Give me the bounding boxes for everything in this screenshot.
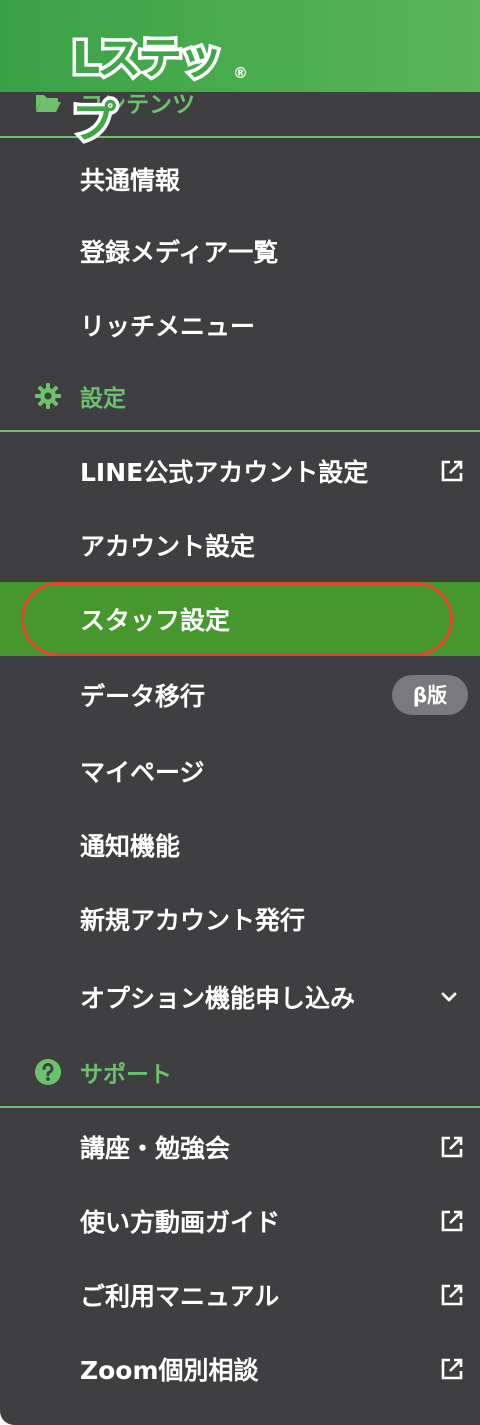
chevron-down-icon: [441, 992, 457, 1002]
sidebar-item-seminar[interactable]: 講座・勉強会: [0, 1110, 480, 1184]
sidebar-item-label: 使い方動画ガイド: [80, 1208, 281, 1237]
sidebar-item-label: リッチメニュー: [80, 312, 256, 341]
sidebar-item-label: オプション機能申し込み: [80, 984, 356, 1013]
sidebar-item-label: スタッフ設定: [80, 606, 231, 635]
external-link-icon: [441, 460, 463, 482]
sidebar-item-rich-menu[interactable]: リッチメニュー: [0, 288, 480, 362]
sidebar-item-label: ご利用マニュアル: [80, 1282, 280, 1311]
external-link-icon: [441, 1358, 463, 1380]
external-link-icon: [441, 1284, 463, 1306]
sidebar: Lステップ Lステップ ® コンテンツ 共通情報 登録メディア一覧 リッチメニュ…: [0, 0, 480, 1425]
sidebar-item-video-guide[interactable]: 使い方動画ガイド: [0, 1184, 480, 1258]
sidebar-item-notifications[interactable]: 通知機能: [0, 808, 480, 882]
section-divider: [0, 1106, 480, 1108]
question-circle-icon: [35, 1059, 61, 1085]
sidebar-item-label: 通知機能: [80, 832, 181, 861]
sidebar-item-common-info[interactable]: 共通情報: [0, 142, 480, 216]
sidebar-item-account-settings[interactable]: アカウント設定: [0, 508, 480, 582]
registered-mark: ®: [233, 64, 248, 82]
sidebar-item-label: 講座・勉強会: [80, 1134, 231, 1163]
sidebar-header: Lステップ Lステップ ®: [0, 0, 480, 152]
sidebar-item-label: 共通情報: [80, 166, 181, 195]
sidebar-item-label: 登録メディア一覧: [80, 238, 279, 267]
external-link-icon: [441, 1210, 463, 1232]
beta-badge: β版: [392, 675, 468, 715]
sidebar-item-label: LINE公式アカウント設定: [80, 458, 369, 487]
sidebar-item-new-account[interactable]: 新規アカウント発行: [0, 882, 480, 956]
sidebar-item-option-apply[interactable]: オプション機能申し込み: [0, 960, 480, 1034]
section-divider: [0, 430, 480, 432]
sidebar-item-line-account[interactable]: LINE公式アカウント設定: [0, 434, 480, 508]
sidebar-item-manual[interactable]: ご利用マニュアル: [0, 1258, 480, 1332]
sidebar-item-label: Zoom個別相談: [80, 1356, 259, 1385]
sidebar-item-zoom[interactable]: Zoom個別相談: [0, 1332, 480, 1406]
gear-icon: [35, 383, 61, 409]
sidebar-item-label: データ移行: [80, 682, 206, 711]
section-label: サポート: [80, 1062, 172, 1088]
sidebar-item-label: アカウント設定: [80, 532, 256, 561]
folder-open-icon: [36, 95, 61, 112]
external-link-icon: [441, 1136, 463, 1158]
section-label: 設定: [80, 386, 126, 412]
section-support: サポート: [0, 1036, 480, 1108]
sidebar-item-label: マイページ: [80, 758, 205, 787]
sidebar-item-staff-settings[interactable]: スタッフ設定: [0, 582, 480, 656]
section-settings: 設定: [0, 360, 480, 432]
sidebar-item-label: 新規アカウント発行: [80, 906, 306, 935]
sidebar-item-data-migration[interactable]: データ移行 β版: [0, 658, 480, 732]
sidebar-item-my-page[interactable]: マイページ: [0, 734, 480, 808]
logo-text: Lステップ: [72, 33, 223, 148]
sidebar-item-media-list[interactable]: 登録メディア一覧: [0, 214, 480, 288]
lstep-logo[interactable]: Lステップ Lステップ ®: [30, 14, 260, 152]
